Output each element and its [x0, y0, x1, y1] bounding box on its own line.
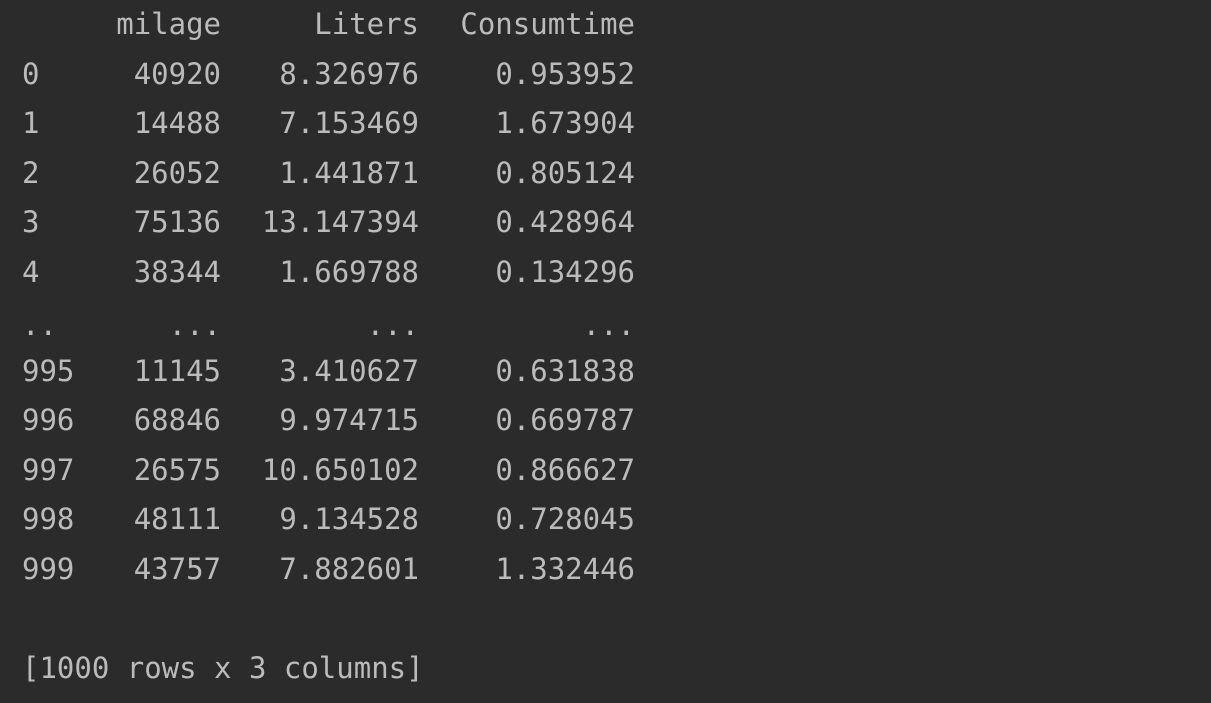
- row-consumtime: 0.134296: [495, 255, 635, 289]
- table-row: 3 75136 13.147394 0.428964: [0, 198, 1211, 247]
- table-row: 998 48111 9.134528 0.728045: [0, 495, 1211, 544]
- row-consumtime: 1.673904: [495, 106, 635, 140]
- row-consumtime: ...: [582, 308, 635, 342]
- row-liters: 8.326976: [279, 57, 419, 91]
- row-liters: 3.410627: [279, 354, 419, 388]
- row-index: 999: [22, 552, 75, 586]
- table-row-ellipsis: .. ... ... ...: [0, 299, 1211, 348]
- row-index: 3: [22, 205, 40, 239]
- row-consumtime: 0.669787: [495, 403, 635, 437]
- row-milage: 43757: [133, 552, 221, 586]
- row-liters: 7.882601: [279, 552, 419, 586]
- row-consumtime: 0.805124: [495, 156, 635, 190]
- row-milage: 75136: [133, 205, 221, 239]
- row-milage: 40920: [133, 57, 221, 91]
- table-row: 999 43757 7.882601 1.332446: [0, 545, 1211, 594]
- row-index: 0: [22, 57, 40, 91]
- row-milage: 11145: [133, 354, 221, 388]
- row-index: 996: [22, 403, 75, 437]
- table-row: 997 26575 10.650102 0.866627: [0, 446, 1211, 495]
- row-index: ..: [22, 308, 57, 342]
- row-liters: 9.134528: [279, 502, 419, 536]
- row-index: 2: [22, 156, 40, 190]
- header-consumtime: Consumtime: [460, 7, 635, 41]
- table-row: 996 68846 9.974715 0.669787: [0, 396, 1211, 445]
- table-row: 0 40920 8.326976 0.953952: [0, 50, 1211, 99]
- row-consumtime: 0.631838: [495, 354, 635, 388]
- row-consumtime: 1.332446: [495, 552, 635, 586]
- table-row: 995 11145 3.410627 0.631838: [0, 347, 1211, 396]
- row-consumtime: 0.428964: [495, 205, 635, 239]
- row-liters: 1.669788: [279, 255, 419, 289]
- dataframe-summary: [1000 rows x 3 columns]: [22, 651, 424, 685]
- table-row: 2 26052 1.441871 0.805124: [0, 149, 1211, 198]
- table-row: 4 38344 1.669788 0.134296: [0, 248, 1211, 297]
- row-liters: 13.147394: [261, 205, 419, 239]
- row-liters: 1.441871: [279, 156, 419, 190]
- table-header: milage Liters Consumtime: [0, 0, 1211, 49]
- row-liters: 9.974715: [279, 403, 419, 437]
- row-index: 1: [22, 106, 40, 140]
- row-milage: 38344: [133, 255, 221, 289]
- row-milage: 26052: [133, 156, 221, 190]
- row-milage: 14488: [133, 106, 221, 140]
- row-index: 4: [22, 255, 40, 289]
- row-index: 998: [22, 502, 75, 536]
- row-index: 997: [22, 453, 75, 487]
- table-row: 1 14488 7.153469 1.673904: [0, 99, 1211, 148]
- row-liters: 7.153469: [279, 106, 419, 140]
- row-index: 995: [22, 354, 75, 388]
- header-milage: milage: [116, 7, 221, 41]
- row-milage: 48111: [133, 502, 221, 536]
- row-consumtime: 0.728045: [495, 502, 635, 536]
- row-milage: 26575: [133, 453, 221, 487]
- row-milage: 68846: [133, 403, 221, 437]
- row-consumtime: 0.866627: [495, 453, 635, 487]
- console-output: milage Liters Consumtime 0 40920 8.32697…: [0, 0, 1211, 703]
- row-liters: ...: [366, 308, 419, 342]
- row-liters: 10.650102: [261, 453, 419, 487]
- row-consumtime: 0.953952: [495, 57, 635, 91]
- row-milage: ...: [168, 308, 221, 342]
- header-liters: Liters: [314, 7, 419, 41]
